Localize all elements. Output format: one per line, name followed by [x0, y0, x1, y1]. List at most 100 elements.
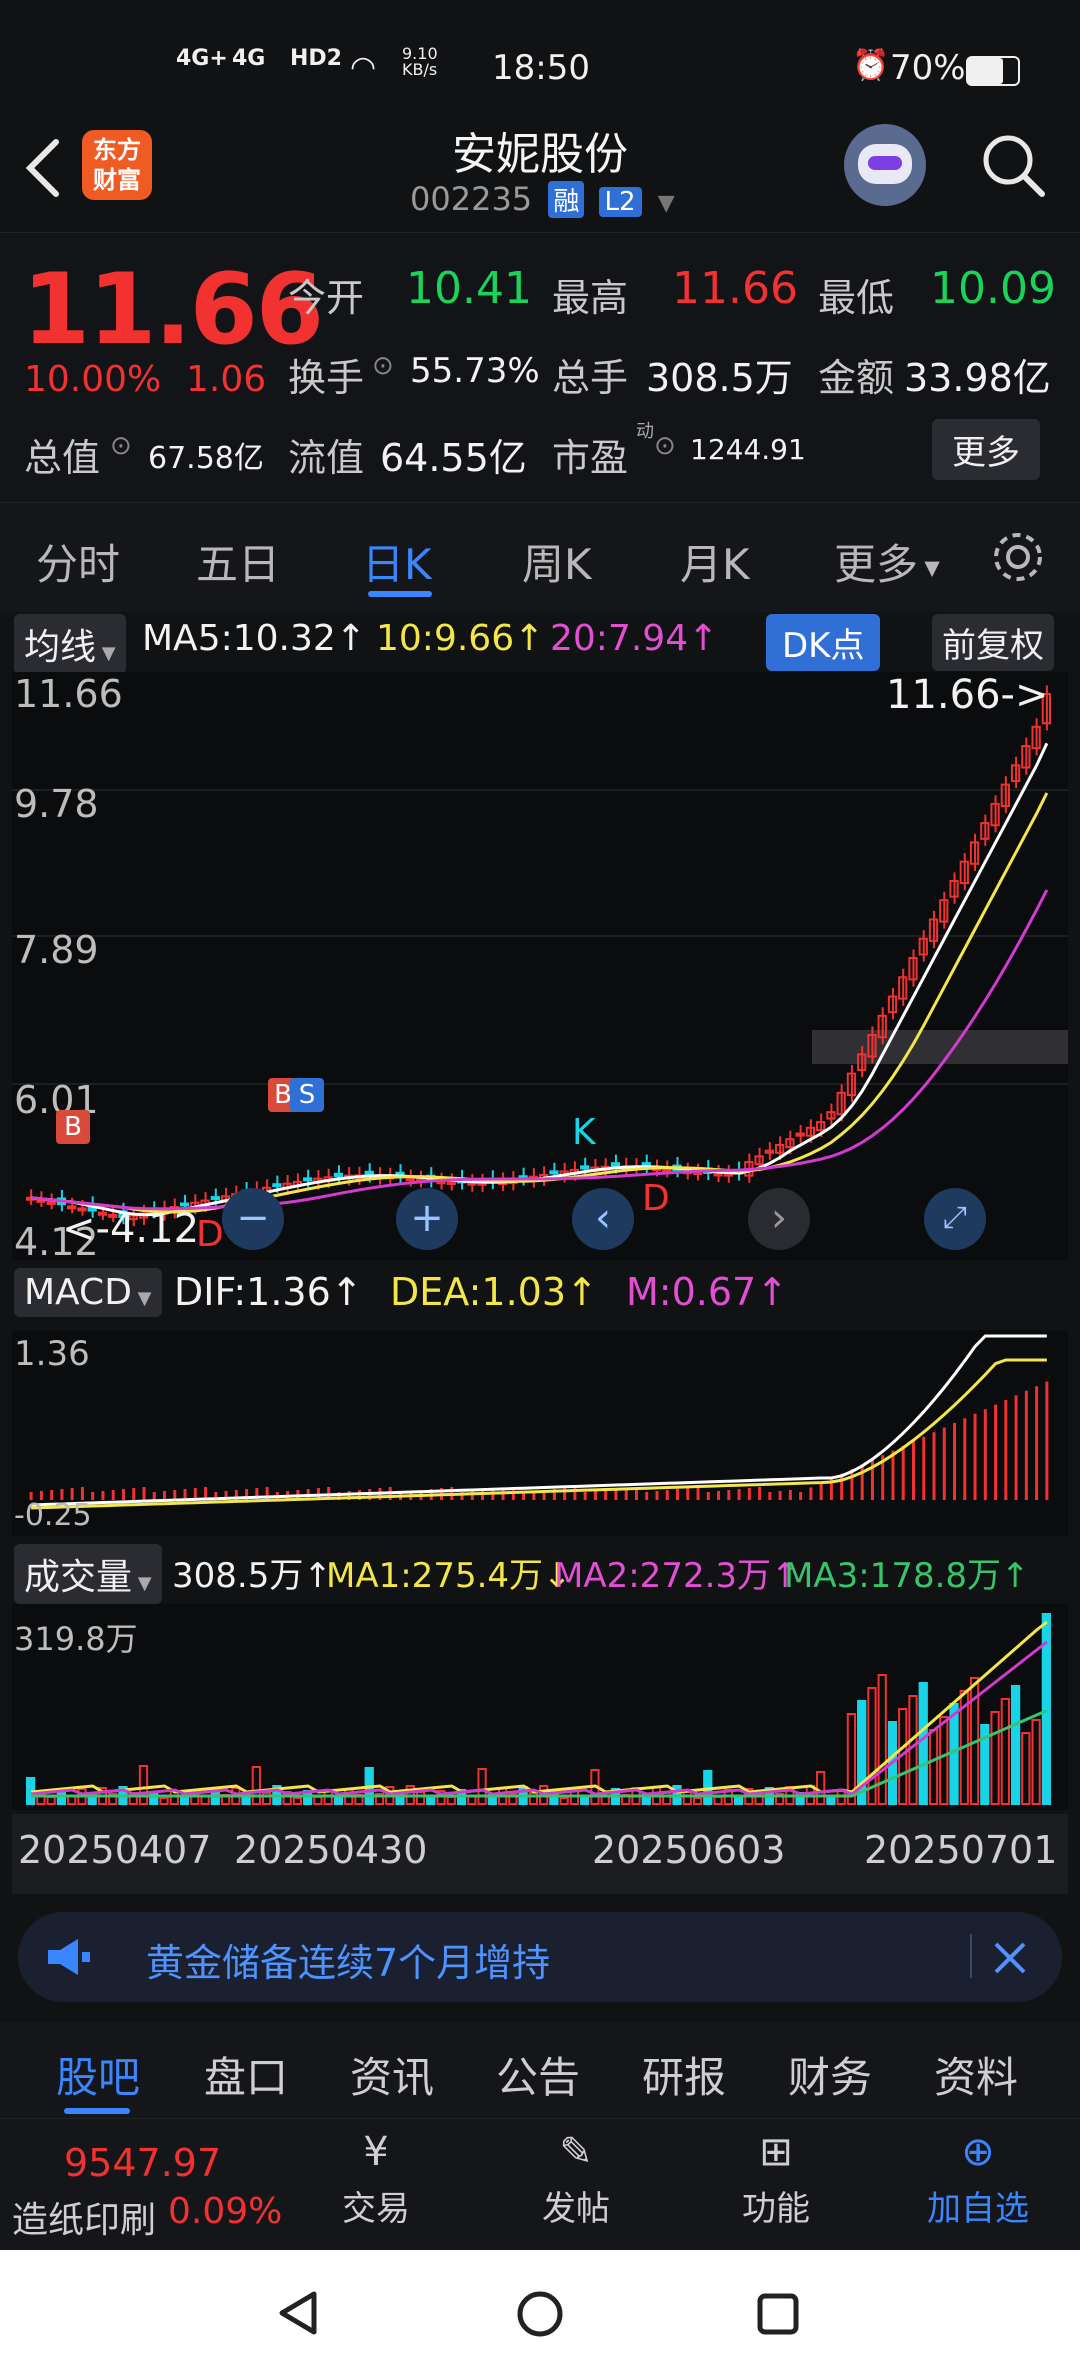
low-value: 10.09 — [930, 263, 1056, 314]
adjust-button[interactable]: 前复权 — [932, 614, 1054, 671]
resistance-band — [812, 1030, 1068, 1064]
ma10-line — [30, 792, 1049, 1214]
dk-point-button[interactable]: DK点 — [766, 614, 881, 671]
search-icon[interactable] — [978, 130, 1048, 200]
info-icon[interactable]: ⊙ — [372, 351, 394, 381]
volume-bar — [580, 1796, 590, 1805]
tab-news[interactable]: 资讯 — [350, 2044, 434, 2105]
nav-home-icon[interactable] — [514, 2288, 566, 2340]
macd-svg — [29, 1334, 1049, 1510]
candle-body — [610, 1162, 621, 1168]
date-label-0: 20250407 — [18, 1828, 212, 1872]
scroll-left-button[interactable]: ‹ — [572, 1188, 634, 1250]
post-button[interactable]: ✎ 发帖 — [536, 2129, 616, 2230]
tab-weekly-k[interactable]: 周K — [522, 531, 592, 592]
tab-guba[interactable]: 股吧 — [56, 2044, 140, 2105]
hd-indicator: HD2 — [290, 46, 342, 71]
volume-bar — [826, 1797, 836, 1805]
change-absolute: 1.06 — [186, 359, 267, 400]
volume-value: 308.5万 — [646, 356, 793, 400]
ma5-line — [30, 742, 1049, 1217]
volume-bar — [928, 1729, 939, 1805]
volume-current: 308.5万↑ — [172, 1556, 332, 1596]
volume-bar — [692, 1797, 703, 1805]
amount-label: 金额 — [818, 356, 895, 400]
news-banner[interactable]: 黄金储备连续7个月增持 — [18, 1912, 1062, 2002]
volume-header: 成交量 ▼ 308.5万↑ MA1:275.4万↓ MA2:272.3万↑ MA… — [0, 1540, 1080, 1604]
system-nav-bar — [0, 2250, 1080, 2376]
fullscreen-icon[interactable]: ⤢ — [924, 1188, 986, 1250]
tab-more[interactable]: 更多 ▼ — [834, 531, 940, 592]
dropdown-icon: ▼ — [918, 555, 940, 580]
volume-ma1: MA1:275.4万↓ — [326, 1556, 572, 1596]
candle-body — [713, 1172, 723, 1177]
battery-percent: 70% — [890, 48, 966, 88]
close-icon[interactable] — [990, 1938, 1030, 1978]
candle-body — [333, 1172, 344, 1178]
settings-gear-icon[interactable] — [988, 527, 1048, 587]
volume-chart[interactable]: 319.8万 — [12, 1604, 1068, 1810]
macd-chart[interactable]: 1.36 -0.25 — [12, 1330, 1068, 1536]
speed-indicator: 9.10 KB/s — [402, 46, 438, 78]
clock: 18:50 — [492, 48, 590, 88]
post-label: 发帖 — [542, 2189, 610, 2229]
macd-selector[interactable]: MACD ▼ — [14, 1268, 162, 1317]
volume-bar — [159, 1797, 169, 1805]
sector-change: 0.09% — [168, 2191, 283, 2232]
footer-bar: 9547.97 造纸印刷 0.09% ¥ 交易 ✎ 发帖 ⊞ 功能 ⊕ 加自选 — [0, 2118, 1080, 2251]
zoom-out-button[interactable]: − — [222, 1188, 284, 1250]
network-4g-plus: 4G+ — [176, 46, 228, 71]
news-text[interactable]: 黄金储备连续7个月增持 — [146, 1932, 550, 1987]
volume-bar — [990, 1711, 1000, 1805]
macd-y-top: 1.36 — [14, 1334, 90, 1374]
kline-chart[interactable]: 11.66 9.78 7.89 6.01 4.12 11.66-> <-4.12… — [12, 672, 1068, 1264]
volume-svg — [26, 1613, 1051, 1805]
dropdown-icon[interactable]: ▼ — [658, 191, 675, 216]
function-button[interactable]: ⊞ 功能 — [736, 2129, 816, 2230]
robot-assistant-icon[interactable] — [844, 124, 926, 206]
volume-ma3: MA3:178.8万↑ — [784, 1556, 1030, 1596]
more-button[interactable]: 更多 — [932, 419, 1040, 480]
d-signal-2: D — [642, 1178, 670, 1219]
dif-line — [31, 1334, 1047, 1507]
sector-index-value[interactable]: 9547.97 — [64, 2141, 221, 2185]
nav-recents-icon[interactable] — [754, 2290, 802, 2338]
volume-label: 总手 — [552, 356, 629, 400]
speed-unit: KB/s — [402, 60, 438, 79]
tab-monthly-k[interactable]: 月K — [680, 531, 750, 592]
candle-body — [405, 1177, 415, 1182]
nav-back-icon[interactable] — [274, 2288, 324, 2338]
tab-intraday[interactable]: 分时 — [36, 531, 120, 592]
candle-body — [662, 1168, 672, 1173]
network-4g: 4G — [232, 46, 266, 71]
volume-ma2: MA2:272.3万↑ — [554, 1556, 800, 1596]
volume-bar — [477, 1768, 487, 1805]
l2-badge: L2 — [598, 187, 642, 217]
tab-finance[interactable]: 财务 — [788, 2044, 872, 2105]
tab-five-day[interactable]: 五日 — [196, 531, 280, 592]
active-tab-indicator — [368, 591, 432, 597]
zoom-in-button[interactable]: + — [396, 1188, 458, 1250]
buy-signal-badge[interactable]: B — [56, 1110, 90, 1144]
info-icon[interactable]: ⊙ — [654, 431, 676, 461]
add-watchlist-button[interactable]: ⊕ 加自选 — [918, 2129, 1038, 2230]
tab-pankou[interactable]: 盘口 — [204, 2044, 288, 2105]
period-tabs: 分时 五日 日K 周K 月K 更多 ▼ — [0, 502, 1080, 614]
ma20-value: 20:7.94↑ — [550, 618, 719, 659]
volume-bar — [1031, 1719, 1041, 1805]
info-icon[interactable]: ⊙ — [110, 431, 132, 461]
indicator-selector[interactable]: 均线 ▼ — [14, 614, 126, 674]
sell-signal-badge[interactable]: S — [290, 1078, 324, 1112]
tab-research[interactable]: 研报 — [642, 2044, 726, 2105]
tab-profile[interactable]: 资料 — [934, 2044, 1018, 2105]
tab-daily-k[interactable]: 日K — [362, 531, 432, 592]
tab-announcements[interactable]: 公告 — [496, 2044, 580, 2105]
volume-bar — [446, 1796, 456, 1805]
scroll-right-button[interactable]: › — [748, 1188, 810, 1250]
trade-button[interactable]: ¥ 交易 — [336, 2129, 416, 2230]
stock-code-row: 002235 融 L2 ▼ — [410, 180, 675, 218]
volume-selector[interactable]: 成交量 ▼ — [14, 1544, 162, 1604]
turnover-value: 55.73% — [410, 351, 540, 391]
sector-name[interactable]: 造纸印刷 — [12, 2191, 156, 2243]
candle-body — [46, 1201, 56, 1206]
